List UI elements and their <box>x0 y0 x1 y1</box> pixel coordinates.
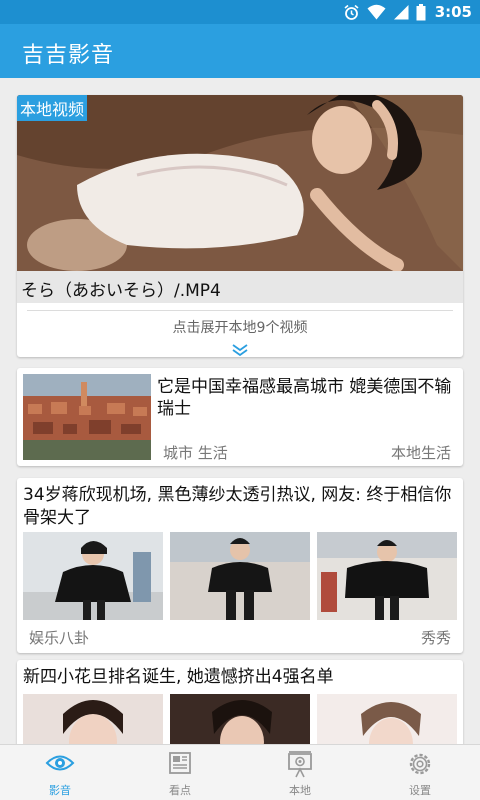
tab-label: 影音 <box>49 784 71 797</box>
battery-icon <box>416 3 426 21</box>
news-item[interactable]: 它是中国幸福感最高城市 媲美德国不输瑞士 城市 生活 本地生活 <box>17 368 463 466</box>
news-title[interactable]: 它是中国幸福感最高城市 媲美德国不输瑞士 <box>157 376 453 420</box>
app-title: 吉吉影音 <box>22 43 115 68</box>
local-video-card[interactable]: 本地视频 そら（あおいそら）/.MP4 点击展开本地9个视频 <box>17 95 463 357</box>
tab-yingyin[interactable]: 影音 <box>0 745 120 800</box>
tab-label: 本地 <box>289 784 311 797</box>
news-source: 秀秀 <box>420 629 451 647</box>
news-title[interactable]: 新四小花旦排名诞生, 她遗憾挤出4强名单 <box>23 666 455 689</box>
news-category: 城市 生活 <box>163 444 228 462</box>
local-video-tag: 本地视频 <box>17 95 88 121</box>
bottom-navigation: 影音 看点 本地 设置 <box>0 744 480 800</box>
news-image <box>170 532 310 620</box>
tab-label: 设置 <box>409 784 431 797</box>
video-thumbnail[interactable]: 本地视频 <box>17 95 463 271</box>
divider <box>27 310 453 311</box>
app-bar: 吉吉影音 <box>0 24 480 78</box>
chevron-down-icon[interactable] <box>232 341 248 357</box>
news-thumbnail <box>23 374 151 460</box>
video-filename: そら（あおいそら）/.MP4 <box>17 271 463 303</box>
expand-videos-button[interactable]: 点击展开本地9个视频 <box>17 317 463 337</box>
news-source: 本地生活 <box>390 444 451 462</box>
tab-shezhi[interactable]: 设置 <box>360 745 480 800</box>
news-category: 娱乐八卦 <box>29 629 90 647</box>
tab-kandian[interactable]: 看点 <box>120 745 240 800</box>
alarm-icon <box>343 4 360 21</box>
news-image <box>317 532 457 620</box>
news-item[interactable]: 34岁蒋欣现机场, 黑色薄纱太透引热议, 网友: 终于相信你骨架大了 娱乐八卦 … <box>17 478 463 653</box>
news-image <box>23 532 163 620</box>
clock-time: 3:05 <box>434 3 472 21</box>
tab-bendi[interactable]: 本地 <box>240 745 360 800</box>
news-title[interactable]: 34岁蒋欣现机场, 黑色薄纱太透引热议, 网友: 终于相信你骨架大了 <box>23 484 455 530</box>
video-thumbnail-image <box>17 95 463 271</box>
status-bar: 3:05 <box>0 0 480 24</box>
tab-label: 看点 <box>169 784 191 797</box>
signal-icon <box>393 4 409 20</box>
wifi-icon <box>367 4 386 20</box>
